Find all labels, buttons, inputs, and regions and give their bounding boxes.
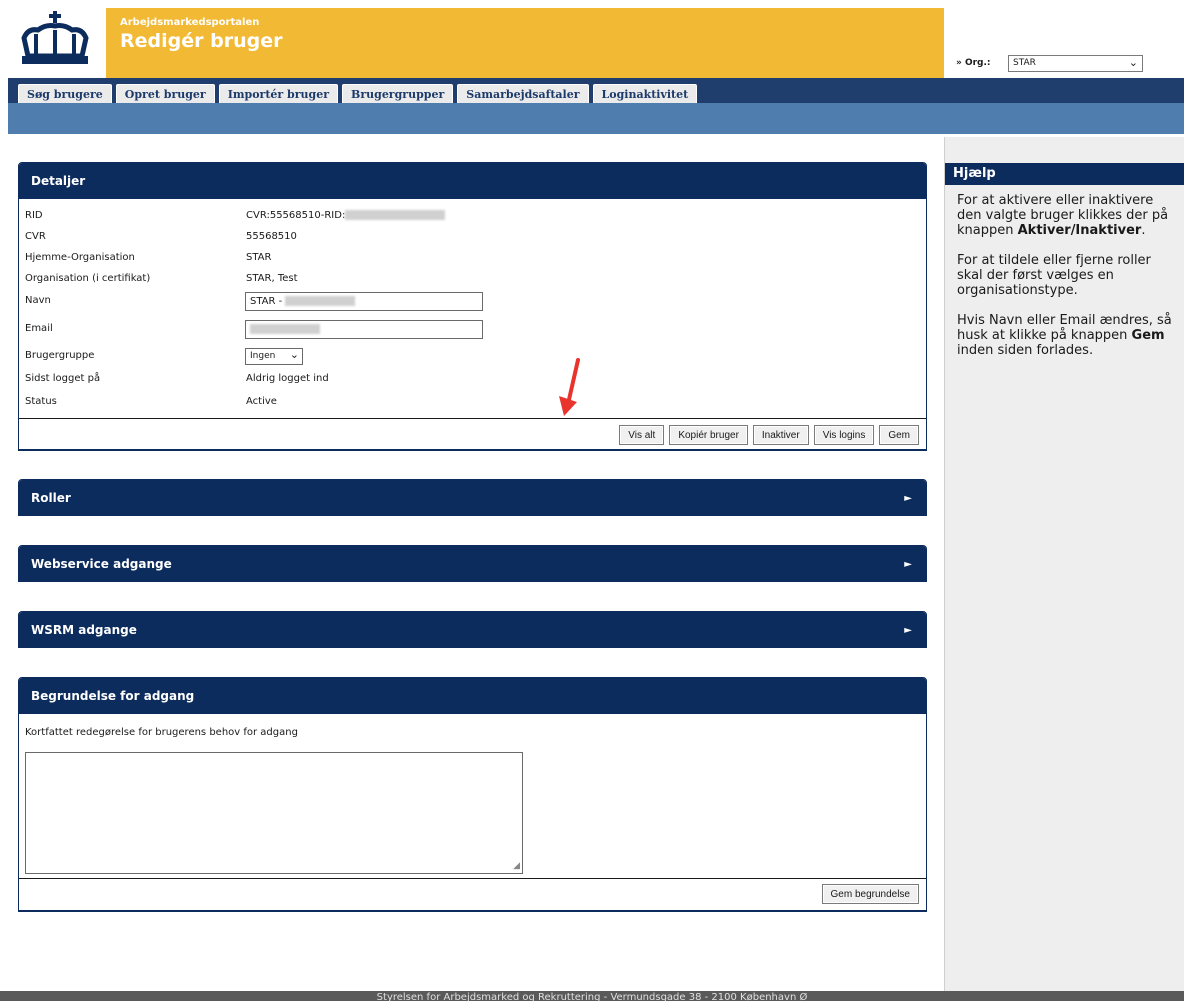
help-paragraph-1: For at aktivere eller inaktivere den val… [957, 193, 1169, 238]
detail-row-brugergruppe: Brugergruppe Ingen ⌄ [25, 347, 915, 367]
org-select-value: STAR [1013, 58, 1036, 68]
redacted-blur [250, 324, 320, 334]
detail-row-hjemme-organisation: Hjemme-Organisation STAR [25, 252, 272, 263]
webservice-panel-header[interactable]: Webservice adgange ► [19, 546, 926, 582]
help-body: For at aktivere eller inaktivere den val… [945, 193, 1184, 373]
details-title: Detaljer [31, 174, 86, 188]
email-input[interactable] [245, 320, 483, 339]
brugergruppe-select[interactable]: Ingen ⌄ [245, 348, 303, 365]
portal-name[interactable]: Arbejdsmarkedsportalen [120, 17, 259, 28]
chevron-down-icon: ⌄ [289, 348, 299, 361]
detail-row-navn: Navn STAR - [25, 292, 915, 312]
roller-title: Roller [31, 491, 71, 505]
vis-alt-button[interactable]: Vis alt [619, 425, 665, 445]
begrundelse-title: Begrundelse for adgang [31, 689, 195, 703]
resize-handle-icon[interactable]: ◢ [513, 861, 520, 871]
wsrm-title: WSRM adgange [31, 623, 137, 637]
begrundelse-button-row: Gem begrundelse [821, 884, 919, 904]
roller-panel[interactable]: Roller ► [18, 479, 927, 516]
help-column: Hjælp For at aktivere eller inaktivere d… [944, 137, 1184, 992]
tab-brugergrupper[interactable]: Brugergrupper [342, 84, 454, 103]
wsrm-panel[interactable]: WSRM adgange ► [18, 611, 927, 648]
crown-icon [21, 11, 89, 64]
help-title: Hjælp [945, 163, 1184, 185]
title-band: Arbejdsmarkedsportalen Redigér bruger [106, 8, 944, 78]
help-paragraph-2: For at tildele eller fjerne roller skal … [957, 253, 1151, 298]
gem-button[interactable]: Gem [879, 425, 919, 445]
org-label: » Org.: [956, 58, 991, 68]
begrundelse-panel: Begrundelse for adgang Kortfattet redegø… [18, 677, 927, 912]
detail-row-organisation-certifikat: Organisation (i certifikat) STAR, Test [25, 273, 298, 284]
chevron-down-icon: ⌄ [1128, 56, 1138, 69]
tab-importer-bruger[interactable]: Importér bruger [218, 84, 339, 103]
org-select[interactable]: STAR ⌄ [1008, 55, 1143, 72]
expand-arrow-icon[interactable]: ► [904, 625, 912, 636]
redacted-blur [345, 210, 446, 220]
page-title: Redigér bruger [120, 30, 283, 52]
crown-logo[interactable] [8, 8, 106, 78]
detail-row-status: Status Active [25, 396, 277, 407]
detail-row-cvr: CVR 55568510 [25, 231, 297, 242]
org-selector-area: » Org.: STAR ⌄ [944, 8, 1184, 78]
expand-arrow-icon[interactable]: ► [904, 559, 912, 570]
detail-row-rid: RID CVR:55568510-RID: [25, 207, 915, 227]
tab-soeg-brugere[interactable]: Søg brugere [18, 84, 112, 103]
sub-nav-bar [8, 103, 1184, 134]
tab-samarbejdsaftaler[interactable]: Samarbejdsaftaler [457, 84, 589, 103]
roller-panel-header[interactable]: Roller ► [19, 480, 926, 516]
tab-loginaktivitet[interactable]: Loginaktivitet [592, 84, 698, 103]
inaktiver-button[interactable]: Inaktiver [752, 425, 809, 445]
name-input[interactable]: STAR - [245, 292, 483, 311]
begrundelse-divider [19, 878, 926, 879]
tab-opret-bruger[interactable]: Opret bruger [115, 84, 215, 103]
begrundelse-textarea[interactable]: ◢ [25, 752, 523, 874]
details-panel-header: Detaljer [19, 163, 926, 199]
webservice-title: Webservice adgange [31, 557, 172, 571]
vis-logins-button[interactable]: Vis logins [813, 425, 875, 445]
expand-arrow-icon[interactable]: ► [904, 493, 912, 504]
page-header: Arbejdsmarkedsportalen Redigér bruger » … [0, 0, 1184, 137]
details-divider [19, 418, 926, 419]
detail-row-email: Email [25, 320, 915, 340]
details-button-row: Vis alt Kopiér bruger Inaktiver Vis logi… [619, 425, 919, 445]
tab-bar: Søg brugere Opret bruger Importér bruger… [8, 78, 1184, 103]
wsrm-panel-header[interactable]: WSRM adgange ► [19, 612, 926, 648]
annotation-arrow-icon [559, 358, 580, 416]
details-panel: Detaljer RID CVR:55568510-RID: CVR 55568… [18, 162, 927, 451]
begrundelse-panel-header: Begrundelse for adgang [19, 678, 926, 714]
detail-row-sidst-logget: Sidst logget på Aldrig logget ind [25, 373, 329, 384]
webservice-panel[interactable]: Webservice adgange ► [18, 545, 927, 582]
begrundelse-label: Kortfattet redegørelse for brugerens beh… [25, 727, 298, 738]
kopier-bruger-button[interactable]: Kopiér bruger [669, 425, 748, 445]
gem-begrundelse-button[interactable]: Gem begrundelse [821, 884, 919, 904]
rid-value: CVR:55568510-RID: [246, 210, 446, 221]
footer: Styrelsen for Arbejdsmarked og Rekrutter… [0, 991, 1184, 1001]
redacted-blur [285, 296, 356, 306]
help-paragraph-3: Hvis Navn eller Email ændres, så husk at… [957, 313, 1172, 358]
status-value: Active [246, 396, 277, 407]
